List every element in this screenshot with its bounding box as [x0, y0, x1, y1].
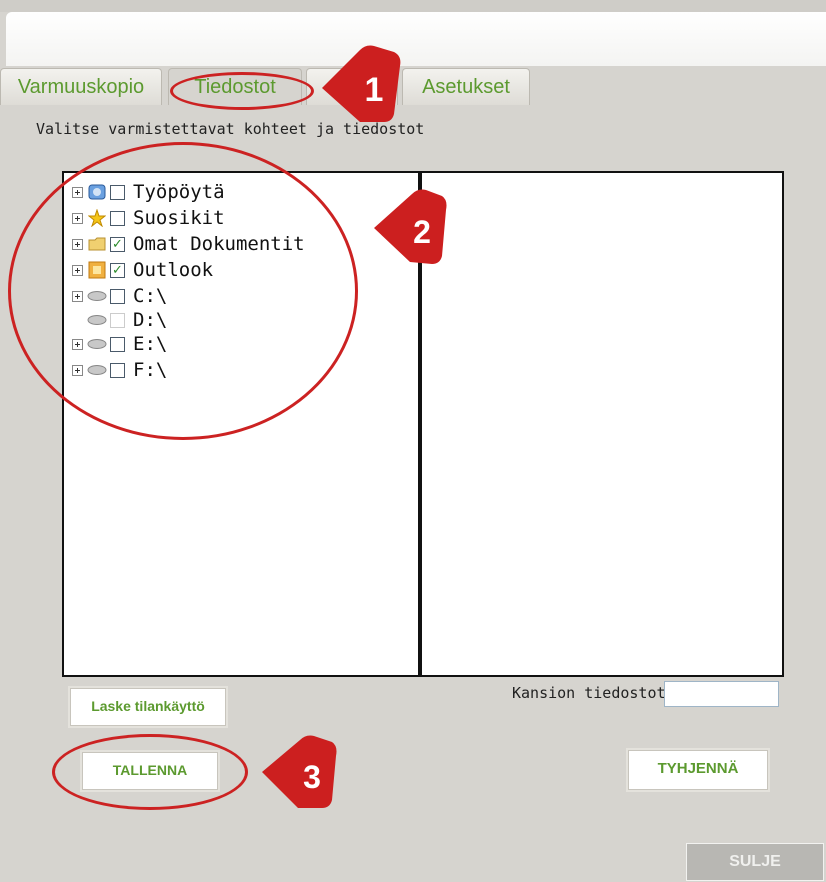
- tree-label: E:\: [133, 333, 168, 355]
- folder-files-label: Kansion tiedostot:: [512, 684, 675, 702]
- checkbox-drive-e[interactable]: [110, 336, 125, 352]
- folder-tree-panel[interactable]: Työpöytä Suosikit ✓ Omat Dokumentit ✓ Ou…: [62, 171, 420, 677]
- callout-number: 1: [365, 71, 384, 109]
- tree-label: Suosikit: [133, 207, 225, 229]
- tree-label: Työpöytä: [133, 181, 225, 203]
- checkbox-outlook[interactable]: ✓: [110, 262, 125, 278]
- file-list-panel[interactable]: [420, 171, 784, 677]
- drive-icon: [86, 335, 108, 353]
- expand-icon[interactable]: [72, 290, 83, 302]
- desktop-icon: [86, 183, 108, 201]
- checkbox-suosikit[interactable]: [110, 210, 125, 226]
- calculate-usage-button[interactable]: Laske tilankäyttö: [68, 686, 228, 728]
- checkbox-omat-dokumentit[interactable]: ✓: [110, 236, 125, 252]
- tab-varmuuskopio[interactable]: Varmuuskopio: [0, 68, 162, 105]
- tree-item-outlook[interactable]: ✓ Outlook: [72, 258, 213, 282]
- tree-label: F:\: [133, 359, 168, 381]
- tree-item-omat-dokumentit[interactable]: ✓ Omat Dokumentit: [72, 232, 305, 256]
- outlook-icon: [86, 261, 108, 279]
- tree-item-drive-e[interactable]: E:\: [72, 332, 167, 356]
- tree-label: D:\: [133, 309, 168, 331]
- callout-number: 2: [413, 214, 431, 250]
- tree-item-drive-c[interactable]: C:\: [72, 284, 167, 308]
- clear-button[interactable]: TYHJENNÄ: [626, 748, 770, 792]
- callout-number: 3: [303, 759, 321, 795]
- expand-icon[interactable]: [72, 338, 83, 350]
- tree-item-drive-f[interactable]: F:\: [72, 358, 167, 382]
- checkbox-drive-d[interactable]: [110, 312, 125, 328]
- checkbox-drive-f[interactable]: [110, 362, 125, 378]
- save-button[interactable]: TALLENNA: [80, 750, 220, 792]
- star-icon: [86, 209, 108, 227]
- checkbox-drive-c[interactable]: [110, 288, 125, 304]
- drive-icon: [86, 361, 108, 379]
- tab-tiedostot[interactable]: Tiedostot: [168, 68, 302, 105]
- tree-item-drive-d[interactable]: D:\: [72, 308, 167, 332]
- callout-2: 2: [372, 186, 448, 272]
- callout-1: 1: [318, 44, 402, 128]
- expand-icon[interactable]: [72, 212, 83, 224]
- drive-icon: [86, 287, 108, 305]
- tree-item-tyopoyta[interactable]: Työpöytä: [72, 180, 225, 204]
- folder-icon: [86, 235, 108, 253]
- expand-icon[interactable]: [72, 186, 83, 198]
- top-strip: [0, 0, 826, 12]
- callout-3: 3: [260, 734, 340, 816]
- checkbox-tyopoyta[interactable]: [110, 184, 125, 200]
- tab-asetukset[interactable]: Asetukset: [402, 68, 530, 105]
- title-bar: [6, 12, 826, 66]
- tree-label: Omat Dokumentit: [133, 233, 305, 255]
- no-expand-spacer: [72, 315, 83, 326]
- expand-icon[interactable]: [72, 364, 83, 376]
- drive-icon: [86, 311, 108, 329]
- expand-icon[interactable]: [72, 264, 83, 276]
- close-button[interactable]: SULJE: [686, 843, 824, 881]
- folder-files-input[interactable]: [664, 681, 779, 707]
- tree-label: Outlook: [133, 259, 214, 281]
- tree-label: C:\: [133, 285, 168, 307]
- tree-item-suosikit[interactable]: Suosikit: [72, 206, 225, 230]
- tab-strip: Varmuuskopio Tiedostot Asetukset: [0, 68, 826, 106]
- expand-icon[interactable]: [72, 238, 83, 250]
